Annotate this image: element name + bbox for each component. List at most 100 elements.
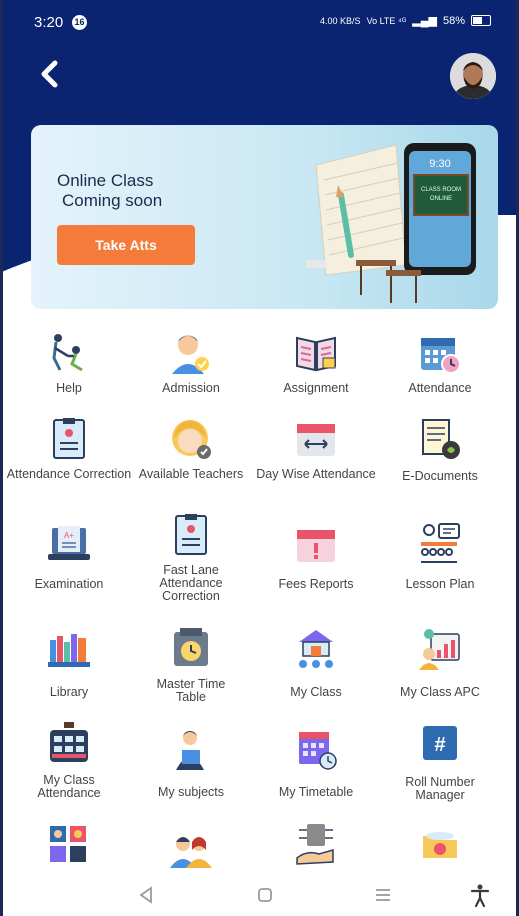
- menu-label-available-teachers: Available Teachers: [138, 467, 244, 481]
- menu-label-help: Help: [56, 381, 82, 395]
- fast-lane-icon: [175, 514, 207, 555]
- online-class-banner: Online Class Coming soon Take Atts 9:30 …: [31, 125, 498, 309]
- menu-item-my-class-apc[interactable]: My Class APC: [376, 626, 504, 699]
- menu-label-attendance: Attendance: [408, 381, 472, 395]
- menu-label-my-class-apc: My Class APC: [400, 685, 480, 699]
- help-icon: [52, 334, 83, 372]
- menu-item-day-wise-attendance[interactable]: Day Wise Attendance: [252, 416, 380, 481]
- people-group-icon: [170, 837, 212, 868]
- master-time-table-icon: [174, 628, 208, 666]
- menu-label-e-documents: E-Documents: [402, 469, 478, 483]
- people-puzzle-icon: [50, 826, 86, 862]
- menu-item-attendance-correction[interactable]: Attendance Correction: [5, 416, 133, 481]
- menu-item-help[interactable]: Help: [5, 330, 133, 395]
- menu-label-examination: Examination: [34, 577, 104, 591]
- menu-label-my-subjects: My subjects: [158, 785, 224, 799]
- menu-lines-icon: [376, 889, 390, 901]
- battery-percent: 58%: [442, 14, 465, 27]
- menu-label-my-class: My Class: [290, 685, 342, 699]
- menu-item-roll-number[interactable]: # Roll Number Manager: [376, 720, 504, 802]
- menu-label-fast-lane: Fast Lane Attendance Correction: [159, 563, 223, 603]
- menu-label-day-wise-attendance: Day Wise Attendance: [256, 467, 376, 481]
- attendance-icon: [421, 338, 461, 374]
- menu-label-attendance-correction: Attendance Correction: [6, 467, 132, 481]
- menu-label-master-time-table: Master Time Table: [156, 677, 226, 704]
- menu-item-available-teachers[interactable]: Available Teachers: [127, 416, 255, 481]
- menu-item-fees-reports[interactable]: Fees Reports: [252, 522, 380, 591]
- assignment-icon: [296, 336, 336, 372]
- banner-title-line1: Online Class: [57, 171, 154, 190]
- my-subjects-icon: [176, 731, 204, 770]
- menu-item-my-class-attendance[interactable]: My Class Attendance: [5, 720, 133, 800]
- signal-indicator: Vo LTE ⁴ᴳ: [366, 15, 407, 26]
- day-wise-attendance-icon: [297, 424, 335, 456]
- menu-label-fees-reports: Fees Reports: [278, 577, 354, 591]
- folder-cloud-icon: [423, 832, 457, 858]
- nav-accessibility-button[interactable]: [467, 882, 493, 908]
- menu-item-library[interactable]: Library: [5, 626, 133, 699]
- nav-home-button[interactable]: [252, 882, 278, 908]
- attendance-correction-icon: [53, 418, 85, 459]
- accessibility-icon: [470, 884, 490, 908]
- menu-item-partial-2[interactable]: [127, 828, 255, 874]
- chevron-left-icon: [41, 60, 58, 88]
- menu-item-examination[interactable]: A+ Examination: [5, 522, 133, 591]
- menu-item-partial-1[interactable]: [5, 822, 133, 868]
- my-class-apc-icon: [419, 629, 460, 670]
- menu-item-my-timetable[interactable]: My Timetable: [252, 726, 380, 799]
- menu-label-admission: Admission: [162, 381, 220, 395]
- available-teachers-icon: [172, 420, 211, 459]
- status-bar: 3:20 16 4.00 KB/S Vo LTE ⁴ᴳ ▂▄▆ 58%: [0, 0, 519, 44]
- menu-item-my-subjects[interactable]: My subjects: [127, 726, 255, 799]
- examination-icon: A+: [48, 526, 90, 560]
- roll-number-icon: #: [423, 726, 457, 760]
- classroom-phone-illustration: 9:30 CLASS ROOM ONLINE: [306, 143, 476, 303]
- menu-item-admission[interactable]: Admission: [127, 330, 255, 395]
- menu-item-partial-3[interactable]: [252, 822, 380, 868]
- menu-item-lesson-plan[interactable]: Lesson Plan: [376, 522, 504, 591]
- banner-title: Online Class Coming soon: [57, 171, 162, 211]
- my-class-icon: [299, 630, 333, 668]
- net-speed: 4.00 KB/S: [320, 15, 361, 26]
- nav-back-button[interactable]: [133, 882, 159, 908]
- profile-avatar[interactable]: [450, 53, 496, 99]
- menu-item-my-class[interactable]: My Class: [252, 626, 380, 699]
- menu-item-attendance[interactable]: Attendance: [376, 330, 504, 395]
- e-documents-icon: [422, 419, 460, 459]
- fees-reports-icon: [297, 530, 335, 562]
- menu-label-my-class-attendance: My Class Attendance: [37, 773, 101, 800]
- menu-label-lesson-plan: Lesson Plan: [405, 577, 475, 591]
- status-time: 3:20: [34, 14, 64, 31]
- svg-text:A+: A+: [64, 531, 74, 540]
- left-border: [0, 0, 3, 916]
- menu-item-e-documents[interactable]: E-Documents: [376, 416, 504, 483]
- battery-icon: [471, 15, 491, 26]
- menu-label-roll-number: Roll Number Manager: [405, 775, 475, 802]
- lesson-plan-icon: [421, 523, 460, 563]
- menu-label-assignment: Assignment: [283, 381, 349, 395]
- menu-item-fast-lane[interactable]: Fast Lane Attendance Correction: [127, 512, 255, 603]
- board-line2: ONLINE: [430, 196, 452, 202]
- menu-item-partial-4[interactable]: [376, 822, 504, 868]
- user-photo-icon: [450, 53, 496, 99]
- device-hand-icon: [296, 824, 334, 865]
- menu-item-master-time-table[interactable]: Master Time Table: [127, 626, 255, 704]
- library-icon: [48, 634, 90, 667]
- menu-item-assignment[interactable]: Assignment: [252, 330, 380, 395]
- take-atts-button[interactable]: Take Atts: [57, 225, 195, 265]
- svg-text:#: #: [434, 734, 445, 756]
- banner-title-line2: Coming soon: [62, 191, 163, 210]
- board-line1: CLASS ROOM: [421, 187, 461, 193]
- app-screen: 3:20 16 4.00 KB/S Vo LTE ⁴ᴳ ▂▄▆ 58% Onli…: [0, 0, 519, 916]
- menu-label-my-timetable: My Timetable: [278, 785, 354, 799]
- admission-icon: [172, 335, 209, 374]
- status-indicators: 4.00 KB/S Vo LTE ⁴ᴳ ▂▄▆ 58%: [320, 14, 491, 27]
- notification-badge: 16: [72, 15, 87, 30]
- nav-recents-button[interactable]: [370, 882, 396, 908]
- triangle-back-icon: [139, 886, 152, 904]
- phone-time: 9:30: [429, 158, 450, 170]
- square-home-icon: [258, 888, 272, 902]
- back-button[interactable]: [34, 58, 66, 90]
- system-nav-bar: [0, 872, 519, 916]
- my-timetable-icon: [299, 732, 337, 770]
